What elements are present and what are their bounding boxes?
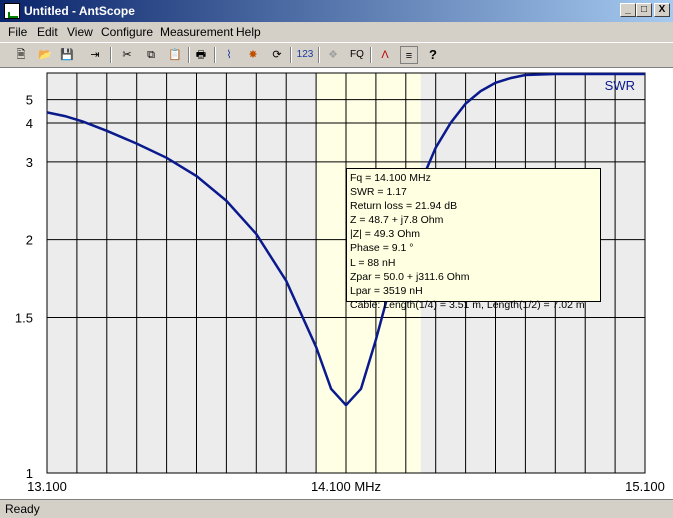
menu-file[interactable]: File bbox=[8, 25, 27, 39]
antscope-app-icon[interactable] bbox=[4, 3, 20, 19]
window-title: Untitled - AntScope bbox=[24, 4, 135, 18]
settings-icon[interactable]: ≡ bbox=[400, 46, 418, 64]
toolbar-separator bbox=[318, 47, 320, 63]
cut-icon[interactable]: ✂ bbox=[118, 46, 136, 64]
y-tick-label: 3 bbox=[26, 155, 33, 170]
menu-edit[interactable]: Edit bbox=[37, 25, 58, 39]
menu-help[interactable]: Help bbox=[236, 25, 261, 39]
tooltip-abs-impedance: |Z| = 49.3 Ohm bbox=[350, 228, 420, 241]
menu-measurement[interactable]: Measurement bbox=[160, 25, 233, 39]
status-bar: Ready bbox=[0, 499, 673, 518]
save-icon[interactable]: 💾 bbox=[58, 46, 76, 64]
menu-configure[interactable]: Configure bbox=[101, 25, 153, 39]
menu-bar: File Edit View Configure Measurement Hel… bbox=[0, 22, 673, 42]
minimize-button[interactable]: _ bbox=[620, 3, 636, 17]
y-tick-label: 4 bbox=[26, 116, 33, 131]
tooltip-frequency: Fq = 14.100 MHz bbox=[350, 172, 431, 184]
tooltip-cable: Cable: Length(1/4) = 3.51 m, Length(1/2)… bbox=[350, 298, 585, 311]
export-icon[interactable]: ⇥ bbox=[86, 46, 104, 64]
copy-icon[interactable]: ⧉ bbox=[142, 46, 160, 64]
toolbar-separator bbox=[370, 47, 372, 63]
y-tick-label: 5 bbox=[26, 93, 33, 108]
tooltip-impedance: Z = 48.7 + j7.8 Ohm bbox=[350, 214, 444, 227]
help-icon[interactable]: ? bbox=[424, 46, 442, 64]
toolbar-separator bbox=[214, 47, 216, 63]
tooltip-phase: Phase = 9.1 ° bbox=[350, 242, 414, 255]
x-tick-label: 14.100 MHz bbox=[311, 479, 381, 494]
new-icon[interactable]: 🗎 bbox=[12, 46, 30, 64]
numbers-icon[interactable]: 123 bbox=[296, 46, 314, 64]
title-bar: Untitled - AntScope _ □ X bbox=[0, 0, 673, 22]
y-tick-label: 2 bbox=[26, 233, 33, 248]
x-tick-label: 15.100 bbox=[625, 479, 665, 494]
y-tick-label: 1.5 bbox=[15, 310, 33, 325]
toolbar: 🗎 📂 💾 ⇥ ✂ ⧉ 📋 🖶 ⌇ ✸ ⟳ 123 ❖ FQ Λ ≡ ? bbox=[0, 42, 673, 68]
toolbar-separator bbox=[188, 47, 190, 63]
measurement-tooltip: Fq = 14.100 MHz SWR = 1.17 Return loss =… bbox=[346, 168, 601, 311]
menu-view[interactable]: View bbox=[67, 25, 93, 39]
antenna-icon[interactable]: ❖ bbox=[324, 46, 342, 64]
paste-icon[interactable]: 📋 bbox=[166, 46, 184, 64]
tooltip-inductance: L = 88 nH bbox=[350, 256, 396, 269]
maximize-button[interactable]: □ bbox=[636, 3, 652, 17]
legend-label: SWR bbox=[605, 78, 635, 93]
fq-icon[interactable]: FQ bbox=[348, 46, 366, 64]
open-icon[interactable]: 📂 bbox=[36, 46, 54, 64]
graph-icon[interactable]: ⌇ bbox=[220, 46, 238, 64]
refresh-icon[interactable]: ⟳ bbox=[268, 46, 286, 64]
toolbar-separator bbox=[290, 47, 292, 63]
print-icon[interactable]: 🖶 bbox=[192, 46, 210, 64]
x-tick-label: 13.100 bbox=[27, 479, 67, 494]
tooltip-lpar: Lpar = 3519 nH bbox=[350, 284, 423, 297]
toolbar-separator bbox=[110, 47, 112, 63]
close-button[interactable]: X bbox=[654, 3, 670, 17]
tooltip-swr: SWR = 1.17 bbox=[350, 186, 407, 199]
marker-icon[interactable]: Λ bbox=[376, 46, 394, 64]
tooltip-return-loss: Return loss = 21.94 dB bbox=[350, 200, 458, 213]
tooltip-zpar: Zpar = 50.0 + j311.6 Ohm bbox=[350, 270, 470, 283]
status-text: Ready bbox=[5, 502, 40, 516]
star-icon[interactable]: ✸ bbox=[244, 46, 262, 64]
